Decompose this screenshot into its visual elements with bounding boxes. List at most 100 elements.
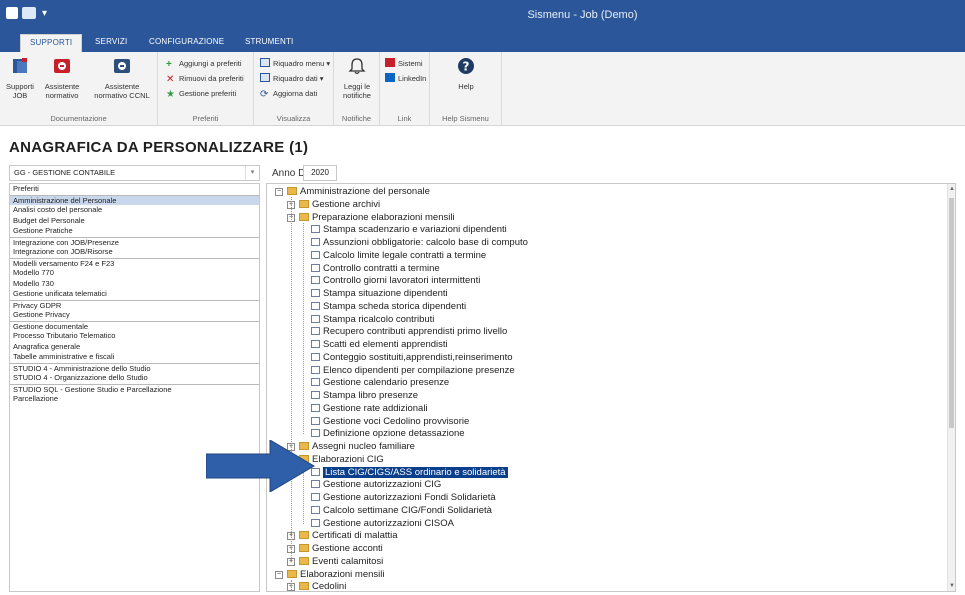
tree-item-label: Gestione autorizzazioni Fondi Solidariet… <box>323 492 496 503</box>
group-label-documentazione: Documentazione <box>50 114 107 123</box>
document-icon <box>311 301 320 310</box>
document-icon <box>311 276 320 285</box>
tree-folder[interactable]: − Preparazione elaborazioni mensili <box>287 212 455 224</box>
tree-item-label: Stampa situazione dipendenti <box>323 288 448 299</box>
document-icon <box>311 340 320 348</box>
tree-item[interactable]: Assunzioni obbligatorie: calcolo base di… <box>311 237 528 249</box>
list-item[interactable]: Gestione Pratiche <box>10 226 259 237</box>
document-icon <box>311 518 320 527</box>
list-item[interactable]: Gestione documentale <box>10 320 259 332</box>
list-item[interactable]: Parcellazione <box>10 394 259 405</box>
group-link: Sistemi LinkedIn Link <box>380 52 430 126</box>
chevron-down-icon[interactable]: ▾ <box>245 166 259 180</box>
tree-folder[interactable]: + Certificati di malattia <box>287 530 398 542</box>
anno-df-field[interactable]: 2020 <box>303 165 337 181</box>
tree-item[interactable]: Gestione autorizzazioni CIG <box>311 479 441 491</box>
tree-item[interactable]: Gestione calendario presenze <box>311 377 449 389</box>
help-button[interactable]: ? Help <box>446 56 486 91</box>
list-item[interactable]: Integrazione con JOB/Risorse <box>10 247 259 258</box>
list-item[interactable]: Preferiti <box>10 184 259 195</box>
tree-scrollbar[interactable]: ▲ ▼ <box>947 184 955 591</box>
list-item[interactable]: Modello 770 <box>10 268 259 279</box>
read-notifications-button[interactable]: Leggi le notifiche <box>336 56 378 100</box>
scroll-down-icon[interactable]: ▼ <box>948 583 955 589</box>
riquadro-menu-button[interactable]: Riquadro menu ▾ <box>260 57 330 70</box>
tree-folder[interactable]: + Eventi calamitosi <box>287 556 383 568</box>
tree-connector <box>291 197 292 562</box>
collapse-icon[interactable]: − <box>275 188 283 196</box>
tree-item[interactable]: Conteggio sostituiti,apprendisti,reinser… <box>311 352 513 364</box>
tree-item[interactable]: Gestione autorizzazioni CISOA <box>311 518 454 530</box>
list-item[interactable]: Integrazione con JOB/Presenze <box>10 236 259 248</box>
tree-item[interactable]: Definizione opzione detassazione <box>311 428 465 440</box>
supporti-job-button[interactable]: Supporti JOB <box>4 56 36 100</box>
tree-item-label: Recupero contributi apprendisti primo li… <box>323 326 508 338</box>
tree-folder[interactable]: − Amministrazione del personale <box>275 186 430 198</box>
group-label-help: Help Sismenu <box>442 114 489 123</box>
tab-configurazione[interactable]: CONFIGURAZIONE <box>140 34 233 52</box>
tree-item-label: Conteggio sostituiti,apprendisti,reinser… <box>323 351 513 363</box>
page-title: ANAGRAFICA DA PERSONALIZZARE (1) <box>9 139 309 156</box>
list-item[interactable]: STUDIO SQL - Gestione Studio e Parcellaz… <box>10 383 259 395</box>
tree-item[interactable]: Scatti ed elementi apprendisti <box>311 339 448 351</box>
application-select[interactable]: GG - GESTIONE CONTABILE ▾ <box>9 165 260 181</box>
linkedin-link[interactable]: LinkedIn <box>385 72 426 85</box>
tree-item[interactable]: Stampa scheda storica dipendenti <box>311 301 466 313</box>
assistente-normativo-button[interactable]: Assistente normativo <box>36 56 88 100</box>
tree-folder[interactable]: + Assegni nucleo familiare <box>287 441 415 453</box>
list-item[interactable]: STUDIO 4 - Amministrazione dello Studio <box>10 362 259 374</box>
list-item[interactable]: STUDIO 4 - Organizzazione dello Studio <box>10 373 259 384</box>
tree-folder[interactable]: + Cedolini <box>287 581 346 591</box>
menu-tree: ▲ ▼ − Amministrazione del personale + Gesti… <box>266 183 956 592</box>
tree-item-label: Stampa scadenzario e variazioni dipenden… <box>323 224 507 236</box>
tree-folder[interactable]: + Gestione archivi <box>287 199 380 211</box>
riquadro-dati-button[interactable]: Riquadro dati ▾ <box>260 72 323 85</box>
tree-item[interactable]: Calcolo settimane CIG/Fondi Solidarietà <box>311 505 492 517</box>
tree-item[interactable]: Elenco dipendenti per compilazione prese… <box>311 365 515 377</box>
group-notifiche: Leggi le notifiche Notifiche <box>334 52 380 126</box>
sistemi-link[interactable]: Sistemi <box>385 57 423 70</box>
list-item[interactable]: Modelli versamento F24 e F23 <box>10 257 259 269</box>
list-item[interactable]: Modello 730 <box>10 279 259 290</box>
list-item[interactable]: Budget del Personale <box>10 216 259 227</box>
folder-icon <box>299 212 309 221</box>
list-item[interactable]: Anagrafica generale <box>10 342 259 353</box>
tree-item[interactable]: Controllo giorni lavoratori intermittent… <box>311 275 480 287</box>
tree-item[interactable]: Recupero contributi apprendisti primo li… <box>311 326 507 338</box>
tab-supporti[interactable]: SUPPORTI <box>20 34 83 52</box>
collapse-icon[interactable]: − <box>275 570 283 579</box>
list-item[interactable]: Privacy GDPR <box>10 299 259 311</box>
tree-item-label: Elaborazioni mensili <box>300 568 385 580</box>
add-favorite-button[interactable]: + Aggiungi a preferiti <box>166 57 242 70</box>
tree-item[interactable]: Controllo contratti a termine <box>311 263 440 275</box>
group-visualizza: Riquadro menu ▾ Riquadro dati ▾ ⟳ Aggiorn… <box>254 52 334 126</box>
tree-item[interactable]: Stampa libro presenze <box>311 390 418 402</box>
tree-folder[interactable]: − Elaborazioni mensili <box>275 568 385 581</box>
list-item[interactable]: Processo Tributario Telematico <box>10 331 259 342</box>
scroll-thumb[interactable] <box>949 198 954 428</box>
remove-favorite-button[interactable]: ✕ Rimuovi da preferiti <box>166 72 244 85</box>
svg-text:?: ? <box>463 60 470 74</box>
tree-item[interactable]: Stampa scadenzario e variazioni dipenden… <box>311 224 507 236</box>
tree-item[interactable]: Lista CIG/CIGS/ASS ordinario e solidarie… <box>311 465 509 479</box>
tree-item[interactable]: Gestione rate addizionali <box>311 403 428 415</box>
assistente-normativo-ccnl-button[interactable]: Assistente normativo CCNL <box>88 56 156 100</box>
list-item[interactable]: Gestione Privacy <box>10 310 259 321</box>
tree-folder[interactable]: + Gestione acconti <box>287 543 383 555</box>
list-item[interactable]: Gestione unificata telematici <box>10 289 259 300</box>
manage-favorites-button[interactable]: ★ Gestione preferiti <box>166 87 236 100</box>
help-icon: ? <box>458 58 474 74</box>
tab-strumenti[interactable]: STRUMENTI <box>236 34 302 52</box>
tree-item[interactable]: Gestione voci Cedolino provvisorie <box>311 416 469 428</box>
refresh-data-button[interactable]: ⟳ Aggiorna dati <box>260 87 317 100</box>
tree-item[interactable]: Gestione autorizzazioni Fondi Solidariet… <box>311 492 496 504</box>
tree-item-label: Stampa scheda storica dipendenti <box>323 300 467 312</box>
tab-servizi[interactable]: SERVIZI <box>86 34 136 52</box>
list-item[interactable]: Analisi costo del personale <box>10 205 259 216</box>
tree-item[interactable]: Stampa situazione dipendenti <box>311 288 448 300</box>
list-item[interactable]: Tabelle amministrative e fiscali <box>10 352 259 363</box>
scroll-up-icon[interactable]: ▲ <box>948 186 955 192</box>
tree-item[interactable]: Calcolo limite legale contratti a termin… <box>311 250 486 262</box>
tree-item[interactable]: Stampa ricalcolo contributi <box>311 314 434 326</box>
list-item[interactable]: Amministrazione del Personale <box>10 194 259 205</box>
